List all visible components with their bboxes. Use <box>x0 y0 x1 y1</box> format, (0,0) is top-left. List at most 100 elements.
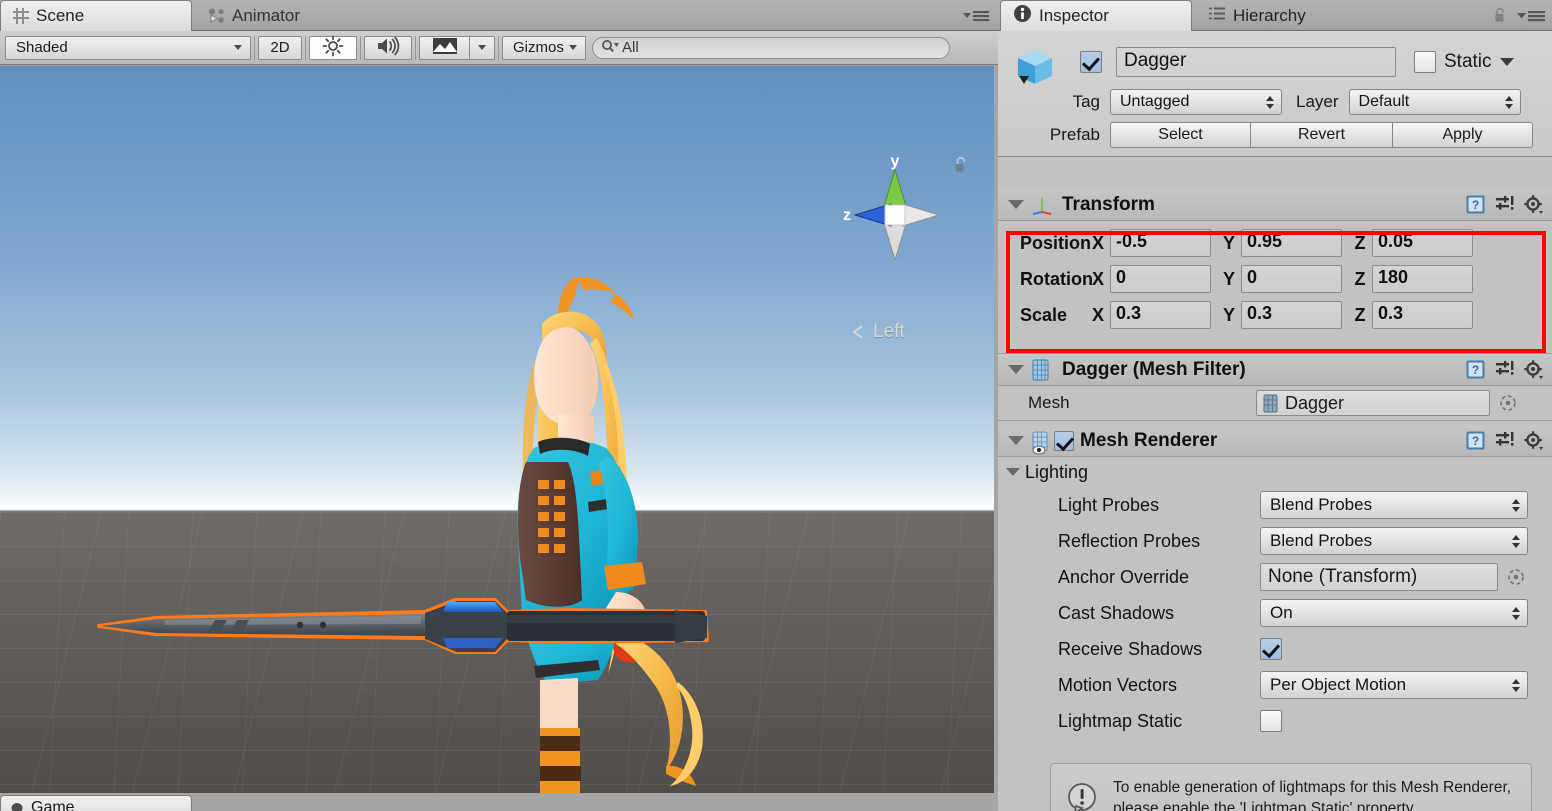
scale-z-input[interactable]: 0.3 <box>1372 301 1473 329</box>
toolbar-divider <box>415 35 416 60</box>
prefab-apply-button[interactable]: Apply <box>1392 122 1533 148</box>
gizmo-lock-icon[interactable] <box>952 156 970 174</box>
help-icon[interactable]: ? <box>1465 359 1486 380</box>
mesh-filter-title: Dagger (Mesh Filter) <box>1062 358 1246 380</box>
foldout-arrow-icon[interactable] <box>1008 200 1024 209</box>
gameobject-cube-icon[interactable] <box>1012 45 1058 91</box>
prefab-select-button[interactable]: Select <box>1110 122 1251 148</box>
scale-x-input[interactable]: 0.3 <box>1110 301 1211 329</box>
prefab-revert-button[interactable]: Revert <box>1251 122 1392 148</box>
preset-icon[interactable] <box>1495 431 1515 451</box>
scene-tab-strip: Scene Animator <box>0 0 998 31</box>
axis-x-label: X <box>1091 232 1104 253</box>
fx-dropdown-arrow[interactable] <box>469 35 495 60</box>
lighting-foldout-row[interactable]: Lighting <box>998 457 1552 487</box>
static-label: Static <box>1444 51 1492 72</box>
foldout-arrow-icon[interactable] <box>1008 365 1024 374</box>
help-icon[interactable]: ? <box>1465 194 1486 215</box>
checkbox-checked <box>1080 51 1102 73</box>
toggle-2d-button[interactable]: 2D <box>258 35 302 60</box>
mesh-renderer-header-icons: ? <box>1465 430 1544 451</box>
tab-inspector[interactable]: Inspector <box>1000 0 1192 31</box>
scene-toolbar: Shaded 2D Gizmos All <box>0 31 998 65</box>
rotation-x-input[interactable]: 0 <box>1110 265 1211 293</box>
receive-shadows-checkbox[interactable] <box>1260 638 1282 660</box>
draw-mode-dropdown[interactable]: Shaded <box>5 35 251 60</box>
reflection-probes-dropdown[interactable]: Blend Probes <box>1260 527 1528 555</box>
scene-search-input[interactable]: All <box>592 36 950 59</box>
tab-game[interactable]: Game <box>0 795 192 811</box>
scale-y-input[interactable]: 0.3 <box>1241 301 1342 329</box>
axis-z-label: Z <box>1354 268 1366 289</box>
toggle-audio-button[interactable] <box>364 35 412 60</box>
object-picker-icon[interactable] <box>1507 568 1525 586</box>
toggle-fx-button[interactable] <box>419 35 469 60</box>
inspector-lock-icon[interactable] <box>1492 7 1508 24</box>
position-y-input[interactable]: 0.95 <box>1241 229 1342 257</box>
help-icon[interactable]: ? <box>1465 430 1486 451</box>
static-checkbox[interactable] <box>1414 51 1436 73</box>
gear-icon[interactable] <box>1524 359 1544 380</box>
mesh-filter-header[interactable]: Dagger (Mesh Filter) ? <box>998 354 1552 386</box>
mesh-renderer-enabled-checkbox[interactable] <box>1054 430 1074 451</box>
tag-dropdown[interactable]: Untagged <box>1110 89 1282 115</box>
position-z-input[interactable]: 0.05 <box>1372 229 1473 257</box>
axis-z-label: Z <box>1354 304 1366 325</box>
light-probes-value: Blend Probes <box>1270 495 1373 514</box>
speaker-icon <box>376 35 400 60</box>
preset-icon[interactable] <box>1495 360 1515 380</box>
rotation-y-input[interactable]: 0 <box>1241 265 1342 293</box>
layer-label: Layer <box>1296 92 1339 111</box>
gameobject-name-input[interactable]: Dagger <box>1116 47 1396 77</box>
lightmap-static-checkbox[interactable] <box>1260 710 1282 732</box>
mesh-object-field[interactable]: Dagger <box>1256 390 1490 416</box>
scene-viewport[interactable]: y z Left <box>0 66 994 793</box>
cast-shadows-dropdown[interactable]: On <box>1260 599 1528 627</box>
toolbar-divider <box>360 35 361 60</box>
tab-animator[interactable]: Animator <box>196 0 371 31</box>
tab-hierarchy[interactable]: Hierarchy <box>1196 0 1361 31</box>
receive-shadows-label: Receive Shadows <box>1058 638 1203 659</box>
anchor-override-object-field[interactable]: None (Transform) <box>1260 563 1498 591</box>
gear-icon[interactable] <box>1524 430 1544 451</box>
property-row-motion-vectors: Motion Vectors Per Object Motion <box>998 667 1552 703</box>
position-x-input[interactable]: -0.5 <box>1110 229 1211 257</box>
mesh-renderer-header[interactable]: Mesh Renderer ? <box>998 425 1552 457</box>
scene-panel-menu-icon[interactable] <box>962 9 990 23</box>
transform-component: Transform ? Position X -0.5 Y 0.95 Z 0.0… <box>998 189 1552 353</box>
cast-shadows-value: On <box>1270 603 1293 622</box>
transform-header[interactable]: Transform ? <box>998 189 1552 221</box>
motion-vectors-dropdown[interactable]: Per Object Motion <box>1260 671 1528 699</box>
layer-dropdown[interactable]: Default <box>1348 89 1521 115</box>
chevron-down-icon <box>478 45 486 50</box>
gizmo-view-text: Left <box>873 321 905 342</box>
gameobject-enabled-checkbox[interactable] <box>1080 51 1102 73</box>
object-picker-icon[interactable] <box>1499 394 1517 412</box>
position-label: Position <box>1020 232 1091 253</box>
magnifier-icon <box>601 38 620 58</box>
anchor-override-value: None (Transform) <box>1268 566 1418 587</box>
toolbar-divider <box>498 35 499 60</box>
static-dropdown-caret-icon[interactable] <box>1499 58 1514 66</box>
preset-icon[interactable] <box>1495 195 1515 215</box>
rotation-z-input[interactable]: 180 <box>1372 265 1473 293</box>
inspector-menu-icon[interactable] <box>1516 9 1546 23</box>
reflection-probes-label: Reflection Probes <box>1058 530 1201 551</box>
list-icon <box>1208 6 1226 26</box>
property-row-cast-shadows: Cast Shadows On <box>998 595 1552 631</box>
tab-scene[interactable]: Scene <box>0 0 192 31</box>
gizmos-dropdown[interactable]: Gizmos <box>502 35 586 60</box>
light-probes-dropdown[interactable]: Blend Probes <box>1260 491 1528 519</box>
updown-arrows-icon <box>1512 534 1521 549</box>
foldout-arrow-icon[interactable] <box>1006 468 1020 476</box>
toggle-2d-label: 2D <box>270 39 290 56</box>
transform-header-icons: ? <box>1465 194 1544 215</box>
mesh-renderer-title: Mesh Renderer <box>1080 429 1218 451</box>
svg-text:?: ? <box>1472 198 1479 212</box>
warning-info-icon <box>1063 779 1103 811</box>
unity-editor-window: Scene Animator Shaded 2D Gizmos All y z … <box>0 0 1552 811</box>
scene-view-axis-gizmo[interactable]: y z <box>835 148 955 268</box>
toggle-lighting-button[interactable] <box>309 35 357 60</box>
foldout-arrow-icon[interactable] <box>1008 436 1024 445</box>
gear-icon[interactable] <box>1524 194 1544 215</box>
